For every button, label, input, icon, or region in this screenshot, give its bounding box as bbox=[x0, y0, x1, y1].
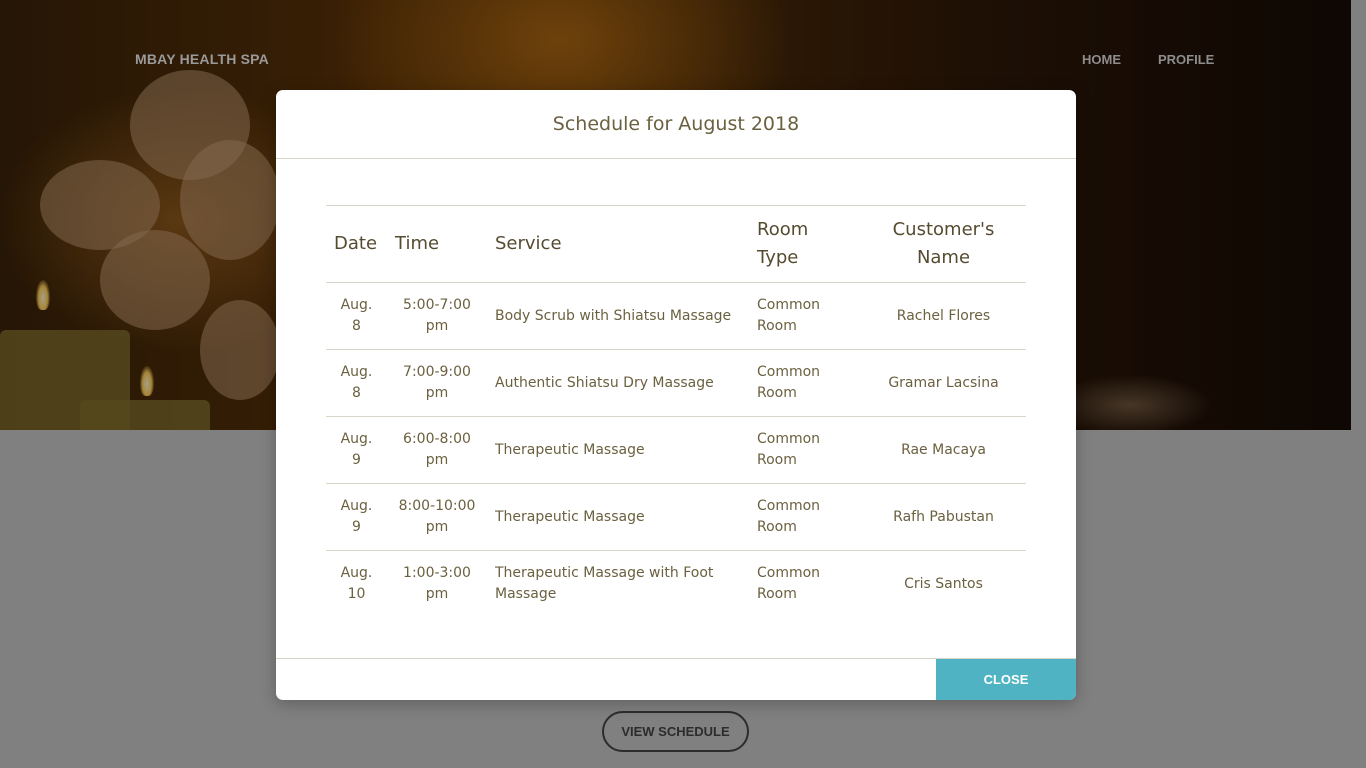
nav-profile[interactable]: PROFILE bbox=[1158, 52, 1214, 67]
cell-time: 1:00-3:00 pm bbox=[403, 565, 471, 602]
cell-date: Aug. 8 bbox=[326, 282, 387, 350]
schedule-table: Date Time Service Room Type Customer's N… bbox=[326, 205, 1026, 617]
table-row: Aug. 8 5:00-7:00 pm Body Scrub with Shia… bbox=[326, 282, 1026, 350]
cell-service: Therapeutic Massage bbox=[487, 416, 749, 484]
modal-header: Schedule for August 2018 bbox=[276, 90, 1076, 159]
cell-room-type: Common Room bbox=[749, 349, 861, 417]
table-row: Aug. 9 6:00-8:00 pm Therapeutic Massage … bbox=[326, 416, 1026, 484]
cell-customer-name: Rae Macaya bbox=[861, 416, 1026, 484]
cell-room-type: Common Room bbox=[749, 483, 861, 551]
table-row: Aug. 10 1:00-3:00 pm Therapeutic Massage… bbox=[326, 551, 1026, 618]
table-row: Aug. 8 7:00-9:00 pm Authentic Shiatsu Dr… bbox=[326, 349, 1026, 417]
cell-time: 6:00-8:00 pm bbox=[387, 416, 487, 484]
cell-time: 7:00-9:00 pm bbox=[387, 349, 487, 417]
cell-time: 8:00-10:00 pm bbox=[387, 483, 487, 551]
column-header-service: Service bbox=[487, 205, 749, 283]
close-button[interactable]: CLOSE bbox=[936, 659, 1076, 700]
column-header-room-type: Room Type bbox=[749, 205, 861, 283]
cell-date: Aug. 9 bbox=[326, 416, 387, 484]
cell-service: Authentic Shiatsu Dry Massage bbox=[487, 349, 749, 417]
cell-room-type: Common Room bbox=[749, 282, 861, 350]
column-header-date: Date bbox=[326, 205, 387, 283]
cell-service: Therapeutic Massage with Foot Massage bbox=[495, 565, 714, 602]
cell-date: Aug. 9 bbox=[326, 483, 387, 551]
modal-title: Schedule for August 2018 bbox=[552, 113, 800, 135]
view-schedule-button[interactable]: VIEW SCHEDULE bbox=[602, 711, 749, 752]
cell-room-type: Common Room bbox=[749, 416, 861, 484]
cell-room-type: Common Room bbox=[757, 565, 821, 602]
cell-date: Aug. 10 bbox=[340, 565, 373, 602]
cell-customer-name: Rachel Flores bbox=[861, 282, 1026, 350]
table-header-row: Date Time Service Room Type Customer's N… bbox=[326, 205, 1026, 283]
cell-time: 5:00-7:00 pm bbox=[387, 282, 487, 350]
column-header-time: Time bbox=[387, 205, 487, 283]
brand-logo[interactable]: MBAY HEALTH SPA bbox=[135, 51, 269, 67]
table-row: Aug. 9 8:00-10:00 pm Therapeutic Massage… bbox=[326, 483, 1026, 551]
cell-customer-name: Cris Santos bbox=[904, 575, 983, 592]
column-header-customer-name: Customer's Name bbox=[861, 205, 1026, 283]
nav-home[interactable]: HOME bbox=[1082, 52, 1121, 67]
cell-service: Therapeutic Massage bbox=[487, 483, 749, 551]
schedule-modal: Schedule for August 2018 Date Time Servi… bbox=[276, 90, 1076, 700]
cell-service: Body Scrub with Shiatsu Massage bbox=[487, 282, 749, 350]
modal-footer: CLOSE bbox=[276, 658, 1076, 700]
cell-customer-name: Rafh Pabustan bbox=[861, 483, 1026, 551]
schedule-table-wrapper: Date Time Service Room Type Customer's N… bbox=[326, 205, 1026, 617]
cell-customer-name: Gramar Lacsina bbox=[861, 349, 1026, 417]
cell-date: Aug. 8 bbox=[326, 349, 387, 417]
